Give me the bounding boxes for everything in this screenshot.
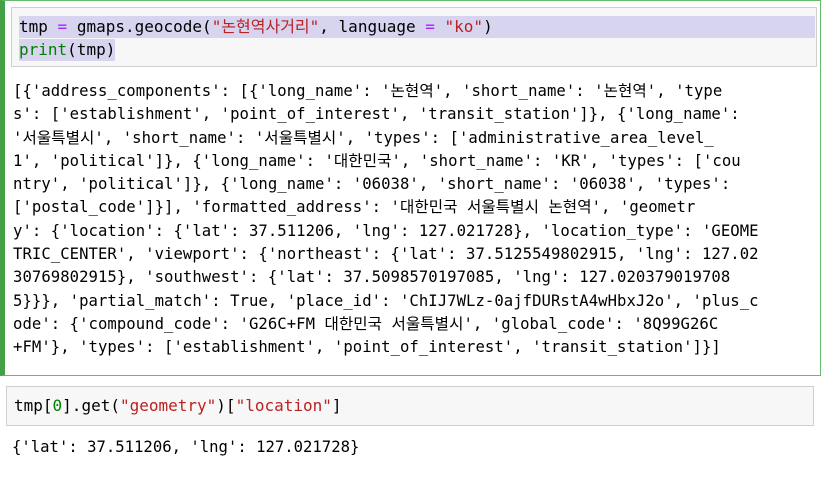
code-token: ) <box>483 17 493 36</box>
output-line: TRIC_CENTER', 'viewport': {'northeast': … <box>13 245 759 264</box>
output-line: 30769802915}, 'southwest': {'lat': 37.50… <box>13 268 731 287</box>
code-token: ].get( <box>62 396 120 415</box>
code-token: "geometry" <box>119 396 217 415</box>
code-line-1[interactable]: tmp = gmaps.geocode("논현역사거리", language =… <box>19 16 815 38</box>
output-line: ntry', 'political']}, {'long_name': '060… <box>13 175 731 194</box>
output-line: y': {'location': {'lat': 37.511206, 'lng… <box>13 221 759 240</box>
code-token: = <box>57 17 68 36</box>
code-line-cell-2[interactable]: tmp[0].get("geometry")["location"] <box>14 395 342 417</box>
code-token: gmaps.geocode( <box>76 17 212 36</box>
code-token: tmp <box>19 17 48 36</box>
output-line: ode': {'compound_code': 'G26C+FM 대한민국 서울… <box>13 314 719 333</box>
code-token: "논현역사거리" <box>211 17 320 36</box>
cell-1-output: [{'address_components': [{'long_name': '… <box>13 80 813 370</box>
output-line: s': ['establishment', 'point_of_interest… <box>13 105 740 124</box>
code-token: )[ <box>216 396 236 415</box>
code-token: , language <box>319 17 426 36</box>
code-token: ] <box>331 396 342 415</box>
code-token: "location" <box>235 396 332 415</box>
output-line: ['postal_code']}], 'formatted_address': … <box>13 198 696 217</box>
output-line: 1', 'political']}, {'long_name': '대한민국',… <box>13 151 741 170</box>
code-line-2[interactable]: print(tmp) <box>19 39 116 61</box>
code-token: 0 <box>52 396 63 415</box>
cell-2-output: {'lat': 37.511206, 'lng': 127.021728} <box>12 438 360 456</box>
output-line: 5}}}, 'partial_match': True, 'place_id':… <box>13 291 759 310</box>
code-token: "ko" <box>444 17 484 36</box>
code-token: tmp[ <box>14 396 53 415</box>
code-cell-2-input[interactable]: tmp[0].get("geometry")["location"] <box>6 386 814 426</box>
output-line: '서울특별시', 'short_name': '서울특별시', 'types':… <box>13 128 714 147</box>
code-token: = <box>425 17 435 36</box>
output-line: [{'address_components': [{'long_name': '… <box>13 82 723 100</box>
code-token: (tmp) <box>67 40 116 59</box>
code-token: print <box>19 40 68 59</box>
output-line: +FM'}, 'types': ['establishment', 'point… <box>13 338 721 357</box>
code-cell-1[interactable]: tmp = gmaps.geocode("논현역사거리", language =… <box>0 0 821 376</box>
cell-1-input[interactable]: tmp = gmaps.geocode("논현역사거리", language =… <box>11 7 817 67</box>
